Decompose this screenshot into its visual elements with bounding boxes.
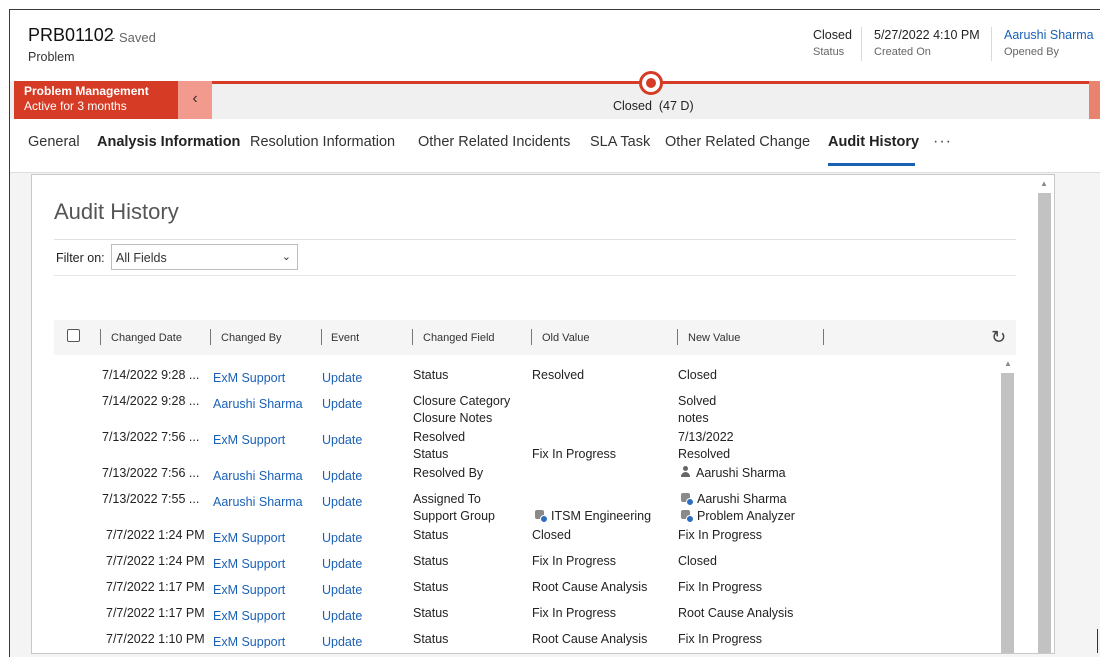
process-active-duration: Active for 3 months [24, 99, 127, 113]
tab-audit-history[interactable]: Audit History [828, 134, 919, 150]
audit-grid-header: Changed Date Changed By Event Changed Fi… [54, 320, 1016, 355]
active-tab-indicator [828, 163, 915, 166]
header-field-opened-by: Aarushi Sharma Opened By [1004, 28, 1094, 58]
changed-by-link[interactable]: ExM Support [213, 530, 285, 547]
tab-resolution-information[interactable]: Resolution Information [250, 134, 395, 150]
next-stage-edge[interactable] [1089, 81, 1100, 119]
team-icon [680, 492, 694, 506]
tab-analysis-information[interactable]: Analysis Information [97, 134, 240, 150]
changed-by-link[interactable]: ExM Support [213, 608, 285, 625]
user-icon [680, 466, 691, 478]
event-link[interactable]: Update [322, 608, 362, 625]
current-stage-marker-icon[interactable] [639, 71, 663, 95]
event-link[interactable]: Update [322, 432, 362, 449]
lookup-value: ITSM Engineering [551, 509, 652, 523]
event-link[interactable]: Update [322, 582, 362, 599]
filter-label: Filter on: [56, 251, 105, 265]
changed-by-link[interactable]: ExM Support [213, 432, 285, 449]
tab-general[interactable]: General [28, 134, 80, 150]
header-divider [861, 27, 862, 61]
event-link[interactable]: Update [322, 468, 362, 485]
divider [54, 275, 1016, 276]
opened-by-link[interactable]: Aarushi Sharma [1004, 28, 1094, 42]
collapse-process-button[interactable]: ‹ [178, 81, 212, 119]
changed-by-link[interactable]: ExM Support [213, 582, 285, 599]
chevron-left-icon: ‹ [192, 90, 198, 107]
process-name: Problem Management [24, 84, 149, 98]
process-stage-panel[interactable]: Problem Management Active for 3 months [14, 81, 178, 119]
column-divider [210, 329, 211, 345]
grid-scrollbar[interactable]: ▲ [1000, 357, 1015, 653]
scroll-up-icon[interactable]: ▲ [1004, 359, 1012, 368]
refresh-icon[interactable]: ↻ [991, 327, 1006, 348]
tab-sla-task[interactable]: SLA Task [590, 134, 650, 150]
event-link[interactable]: Update [322, 556, 362, 573]
lookup-value: Aarushi Sharma [697, 492, 787, 506]
changed-by-link[interactable]: ExM Support [213, 634, 285, 648]
text-cursor-icon [1097, 629, 1098, 653]
team-icon [680, 509, 694, 523]
column-header-event[interactable]: Event [331, 332, 359, 344]
scroll-up-icon[interactable]: ▲ [1040, 179, 1048, 188]
audit-history-title: Audit History [54, 199, 179, 224]
divider [54, 239, 1016, 240]
changed-by-link[interactable]: Aarushi Sharma [213, 494, 303, 511]
changed-by-link[interactable]: Aarushi Sharma [213, 396, 303, 413]
event-link[interactable]: Update [322, 494, 362, 511]
tab-other-related-change[interactable]: Other Related Change [665, 134, 810, 150]
column-header-changed-field[interactable]: Changed Field [423, 332, 495, 344]
column-divider [531, 329, 532, 345]
tab-other-related-incidents[interactable]: Other Related Incidents [418, 134, 570, 150]
scrollbar-thumb[interactable] [1038, 193, 1051, 653]
save-status: - Saved [111, 30, 156, 45]
select-all-checkbox[interactable] [67, 329, 80, 342]
lookup-value: Aarushi Sharma [696, 466, 786, 480]
header-divider [991, 27, 992, 61]
chevron-down-icon: ⌄ [281, 251, 291, 263]
column-divider [100, 329, 101, 345]
record-entity: Problem [28, 50, 75, 64]
lookup-value: Problem Analyzer [697, 509, 795, 523]
audit-grid-body: 7/14/2022 9:28 ... ExM Support Update St… [54, 355, 1016, 648]
header-field-created-on: 5/27/2022 4:10 PM Created On [874, 28, 980, 58]
changed-by-link[interactable]: ExM Support [213, 370, 285, 387]
column-header-changed-by[interactable]: Changed By [221, 332, 282, 344]
form-tabs: General Analysis Information Resolution … [10, 119, 1100, 173]
filter-selected-value: All Fields [116, 251, 167, 265]
column-divider [823, 329, 824, 345]
changed-by-link[interactable]: ExM Support [213, 556, 285, 573]
panel-scrollbar[interactable]: ▲ [1037, 176, 1052, 653]
team-icon [534, 509, 548, 523]
event-link[interactable]: Update [322, 396, 362, 413]
event-link[interactable]: Update [322, 370, 362, 387]
scrollbar-thumb[interactable] [1001, 373, 1014, 653]
column-header-old-value[interactable]: Old Value [542, 332, 590, 344]
event-link[interactable]: Update [322, 634, 362, 648]
column-divider [321, 329, 322, 345]
header-field-status: Closed Status [813, 28, 852, 58]
filter-select[interactable]: All Fields ⌄ [111, 244, 298, 270]
column-divider [677, 329, 678, 345]
business-process-flow: Problem Management Active for 3 months ‹… [10, 71, 1100, 119]
more-tabs-icon[interactable]: ··· [933, 133, 952, 151]
event-link[interactable]: Update [322, 530, 362, 547]
column-header-new-value[interactable]: New Value [688, 332, 740, 344]
record-header: PRB01102 - Saved Problem Closed Status 5… [10, 10, 1100, 81]
column-divider [412, 329, 413, 345]
record-number: PRB01102 [28, 25, 114, 45]
column-header-changed-date[interactable]: Changed Date [111, 332, 182, 344]
changed-by-link[interactable]: Aarushi Sharma [213, 468, 303, 485]
current-stage-label[interactable]: Closed (47 D) [613, 99, 694, 113]
